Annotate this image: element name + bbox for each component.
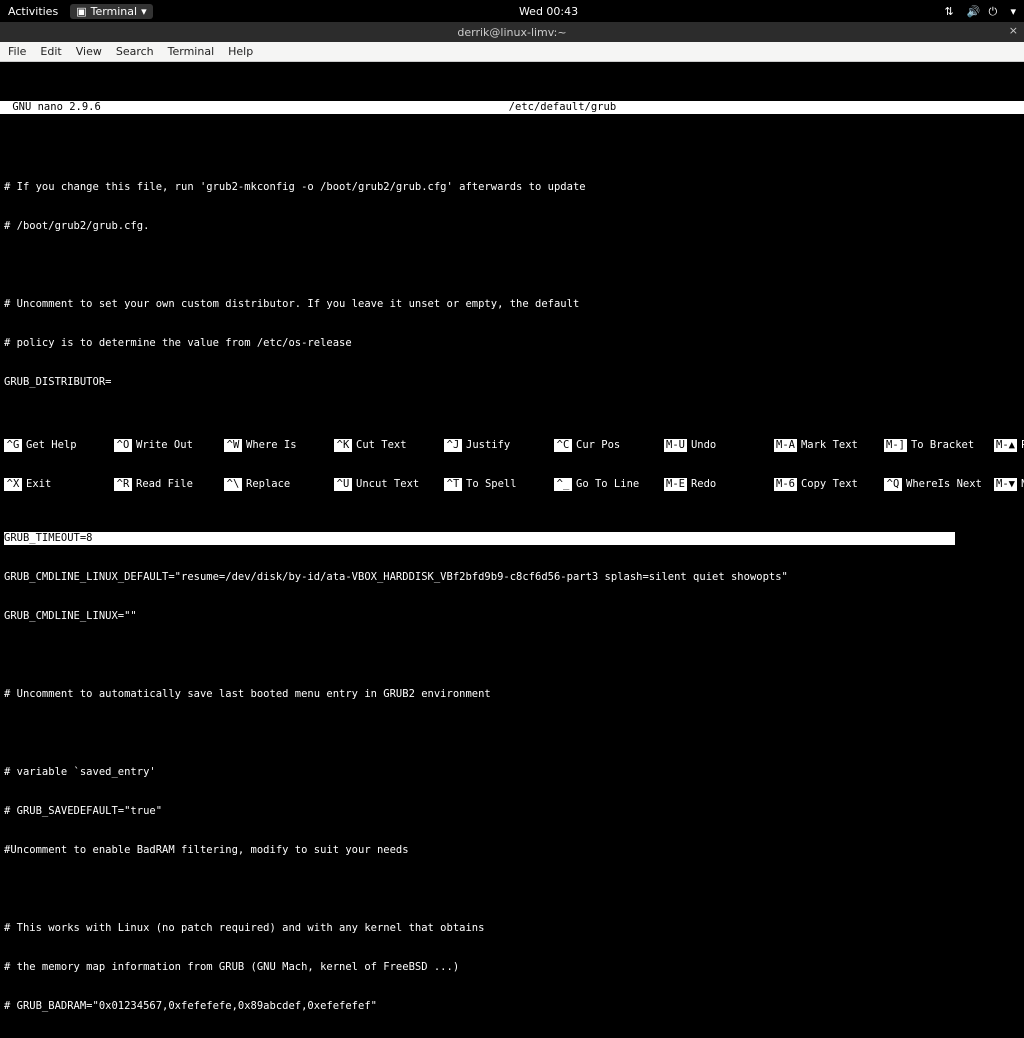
editor-line[interactable]: # This works with Linux (no patch requir… [4,922,1020,935]
editor-line[interactable]: #Uncomment to enable BadRAM filtering, m… [4,844,1020,857]
editor-line[interactable]: # If you change this file, run 'grub2-mk… [4,181,1020,194]
editor-line[interactable]: # Uncomment to set your own custom distr… [4,298,1020,311]
editor-line[interactable] [4,727,1020,740]
gnome-topbar: Activities ▣ Terminal ▾ Wed 00:43 ⇅ 🔊 ⏻ … [0,0,1024,22]
shortcut-go-to-line[interactable]: ^_Go To Line [554,478,664,491]
shortcut-to-bracket[interactable]: M-]To Bracket [884,439,994,452]
activities-button[interactable]: Activities [8,5,58,18]
shortcut-exit[interactable]: ^XExit [4,478,114,491]
editor-line[interactable]: # Uncomment to automatically save last b… [4,688,1020,701]
editor-line[interactable]: GRUB_DISTRIBUTOR= [4,376,1020,389]
chevron-down-icon: ▾ [141,5,147,18]
terminal-area[interactable]: GNU nano 2.9.6 /etc/default/grub # If yo… [0,62,1024,519]
editor-line[interactable]: # GRUB_BADRAM="0x01234567,0xfefefefe,0x8… [4,1000,1020,1013]
cursor-text[interactable]: GRUB_TIMEOUT=8 [4,532,95,545]
nano-filepath-label: /etc/default/grub [101,101,1024,114]
editor-line[interactable]: # variable `saved_entry' [4,766,1020,779]
shortcut-write-out[interactable]: ^OWrite Out [114,439,224,452]
editor-line[interactable] [4,259,1020,272]
app-menubar: File Edit View Search Terminal Help [0,42,1024,62]
shortcut-row-1: ^GGet Help ^OWrite Out ^WWhere Is ^KCut … [4,439,1020,452]
menu-edit[interactable]: Edit [40,45,61,58]
shortcut-to-spell[interactable]: ^TTo Spell [444,478,554,491]
volume-icon[interactable]: 🔊 [966,5,978,17]
shortcut-copy-text[interactable]: M-6Copy Text [774,478,884,491]
window-titlebar: derrik@linux-limv:~ × [0,22,1024,42]
editor-line[interactable]: GRUB_CMDLINE_LINUX="" [4,610,1020,623]
clock-label[interactable]: Wed 00:43 [519,5,578,18]
editor-line[interactable]: # /boot/grub2/grub.cfg. [4,220,1020,233]
cursor-highlight [95,532,955,545]
shortcut-redo[interactable]: M-ERedo [664,478,774,491]
shortcut-whereis-next[interactable]: ^QWhereIs Next [884,478,994,491]
shortcut-next[interactable]: M-▼Next [994,478,1024,491]
editor-line[interactable]: GRUB_CMDLINE_LINUX_DEFAULT="resume=/dev/… [4,571,1020,584]
window-close-button[interactable]: × [1009,24,1018,37]
network-icon[interactable]: ⇅ [944,5,956,17]
terminal-icon: ▣ [76,5,86,18]
shortcut-replace[interactable]: ^\Replace [224,478,334,491]
shortcut-row-2: ^XExit ^RRead File ^\Replace ^UUncut Tex… [4,478,1020,491]
shortcut-undo[interactable]: M-UUndo [664,439,774,452]
window-title-label: derrik@linux-limv:~ [457,26,566,39]
editor-line[interactable] [4,649,1020,662]
nano-version-label: GNU nano 2.9.6 [0,101,101,114]
shortcut-mark-text[interactable]: M-AMark Text [774,439,884,452]
menu-file[interactable]: File [8,45,26,58]
menu-terminal[interactable]: Terminal [168,45,215,58]
power-icon[interactable]: ⏻ [988,5,1000,17]
nano-editor[interactable]: # If you change this file, run 'grub2-mk… [0,153,1024,1038]
editor-line[interactable]: # policy is to determine the value from … [4,337,1020,350]
shortcut-get-help[interactable]: ^GGet Help [4,439,114,452]
editor-cursor-line[interactable]: GRUB_TIMEOUT=8 [4,532,1020,545]
app-name-label: Terminal [91,5,138,18]
shortcut-cut-text[interactable]: ^KCut Text [334,439,444,452]
editor-line[interactable]: # GRUB_SAVEDEFAULT="true" [4,805,1020,818]
nano-shortcut-bar: ^GGet Help ^OWrite Out ^WWhere Is ^KCut … [0,413,1024,519]
editor-line[interactable] [4,883,1020,896]
shortcut-read-file[interactable]: ^RRead File [114,478,224,491]
editor-line[interactable]: # the memory map information from GRUB (… [4,961,1020,974]
menu-view[interactable]: View [76,45,102,58]
system-menu-chevron-icon[interactable]: ▾ [1010,5,1016,18]
app-menu-pill[interactable]: ▣ Terminal ▾ [70,4,152,19]
shortcut-justify[interactable]: ^JJustify [444,439,554,452]
menu-help[interactable]: Help [228,45,253,58]
nano-titlebar: GNU nano 2.9.6 /etc/default/grub [0,101,1024,114]
shortcut-cur-pos[interactable]: ^CCur Pos [554,439,664,452]
shortcut-uncut-text[interactable]: ^UUncut Text [334,478,444,491]
menu-search[interactable]: Search [116,45,154,58]
shortcut-where-is[interactable]: ^WWhere Is [224,439,334,452]
shortcut-previous[interactable]: M-▲Previous [994,439,1024,452]
